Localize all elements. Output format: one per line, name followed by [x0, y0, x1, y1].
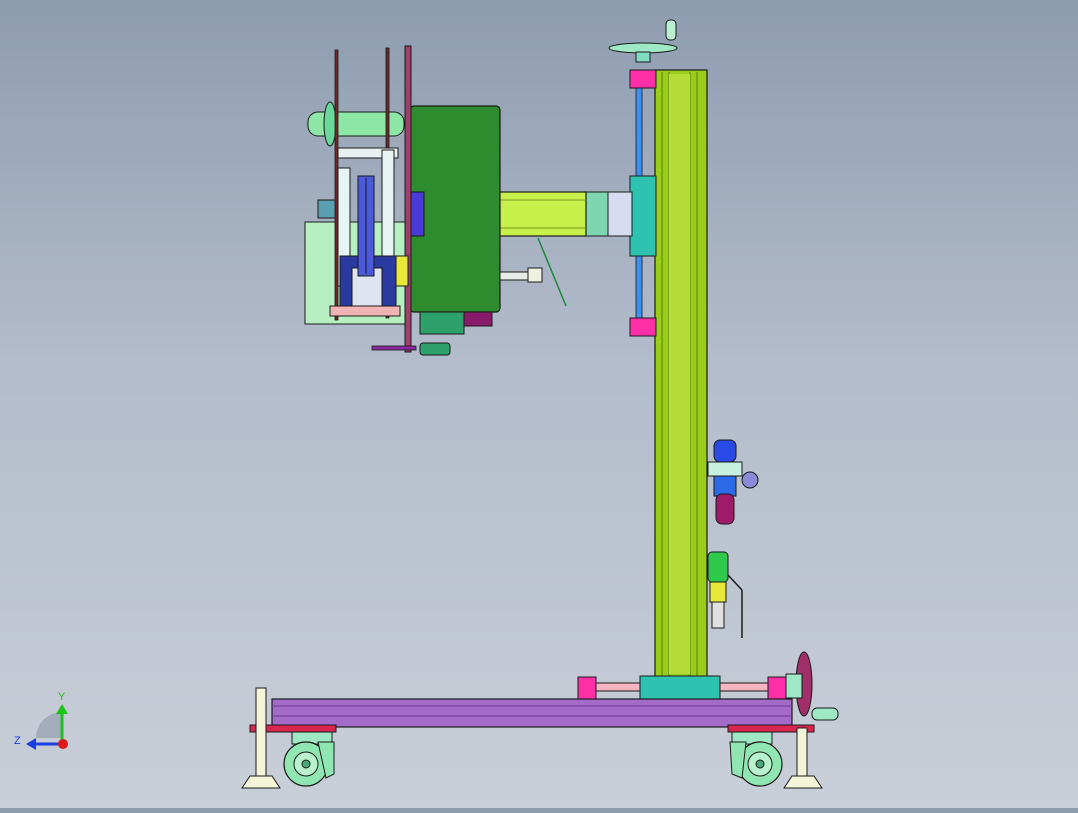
triad-origin [58, 739, 68, 749]
caster-wheel-right[interactable] [729, 731, 783, 787]
handwheel-base[interactable] [785, 651, 839, 721]
clamp-block-top [629, 69, 657, 89]
column-carriage[interactable] [583, 175, 657, 257]
vertical-column[interactable] [654, 69, 708, 679]
triad-z-label: Z [14, 735, 21, 747]
cad-viewport[interactable]: Y Z [0, 0, 1078, 808]
leveling-foot-right[interactable] [783, 727, 823, 789]
clamp-block-mid [629, 317, 657, 337]
orientation-triad[interactable]: Y Z [14, 691, 68, 750]
handwheel-top[interactable] [608, 19, 678, 63]
caster-wheel-left[interactable] [283, 731, 335, 787]
model-drawing: Y Z [14, 19, 839, 789]
triad-y-label: Y [58, 691, 66, 703]
ball-valve[interactable] [707, 551, 743, 638]
base-lead-screw [577, 675, 787, 701]
base-frame[interactable] [249, 698, 815, 733]
air-filter-regulator[interactable] [707, 439, 759, 525]
